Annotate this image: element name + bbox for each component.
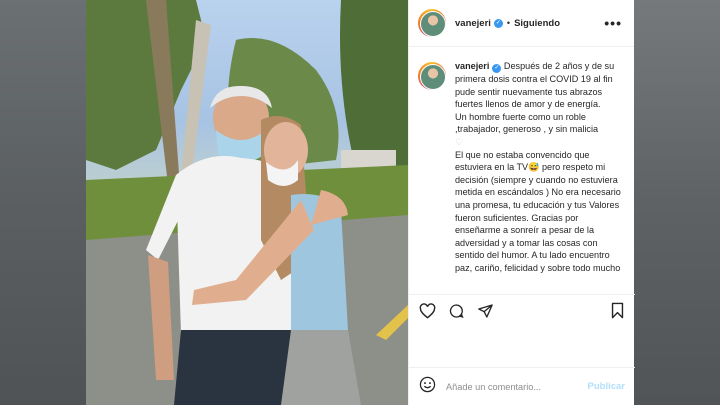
heart-icon[interactable] (419, 302, 436, 319)
caption-section: vanejeri ✓ Después de 2 años y de su prim… (418, 60, 630, 292)
author-avatar[interactable] (418, 9, 446, 37)
white-heart-icon: ♡ (455, 136, 464, 147)
smiley-icon[interactable] (419, 376, 436, 398)
header-separator: • (506, 18, 511, 28)
bookmark-icon[interactable] (610, 302, 625, 319)
more-options-icon[interactable]: ••• (604, 15, 622, 31)
post-header: vanejeri ✓ • Siguiendo ••• (409, 0, 634, 47)
following-button[interactable]: Siguiendo (514, 18, 560, 29)
blurred-background-left (0, 0, 86, 405)
comment-input[interactable]: Añade un comentario... (446, 382, 588, 392)
caption-paragraph-3: El que no estaba convencido que estuvier… (455, 149, 621, 273)
action-bar (409, 294, 635, 326)
publish-button[interactable]: Publicar (588, 381, 626, 392)
caption-avatar[interactable] (418, 62, 446, 90)
post-detail-panel: vanejeri ✓ • Siguiendo ••• vanejeri ✓ Des… (408, 0, 635, 405)
author-username[interactable]: vanejeri (455, 18, 491, 29)
paper-plane-icon[interactable] (477, 303, 494, 319)
caption-paragraph-2: Un hombre fuerte como un roble ,trabajad… (455, 111, 599, 135)
post-photo[interactable] (86, 0, 408, 405)
caption-username[interactable]: vanejeri (455, 61, 489, 71)
blurred-background-right (634, 0, 720, 405)
verified-badge-icon: ✓ (493, 18, 503, 28)
caption-verified-badge-icon: ✓ (492, 64, 502, 73)
comment-bar: Añade un comentario... Publicar (409, 367, 635, 405)
comment-icon[interactable] (448, 303, 465, 319)
caption-text: vanejeri ✓ Después de 2 años y de su prim… (455, 60, 623, 292)
